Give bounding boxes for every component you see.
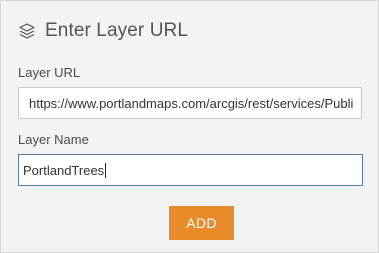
layer-name-input[interactable]: PortlandTrees: [18, 154, 363, 186]
layer-name-value: PortlandTrees: [23, 162, 105, 178]
layer-url-value: https://www.portlandmaps.com/arcgis/rest…: [29, 95, 354, 111]
add-button[interactable]: ADD: [169, 206, 234, 240]
dialog-title: Enter Layer URL: [45, 20, 189, 41]
layer-name-label: Layer Name: [18, 132, 89, 147]
text-caret: [105, 162, 107, 178]
layer-url-label: Layer URL: [18, 65, 81, 80]
panel-header: Enter Layer URL: [18, 18, 188, 44]
layer-url-input[interactable]: https://www.portlandmaps.com/arcgis/rest…: [18, 87, 362, 119]
add-layer-panel: Enter Layer URL Layer URL https://www.po…: [0, 0, 379, 253]
layers-icon: [18, 22, 36, 40]
